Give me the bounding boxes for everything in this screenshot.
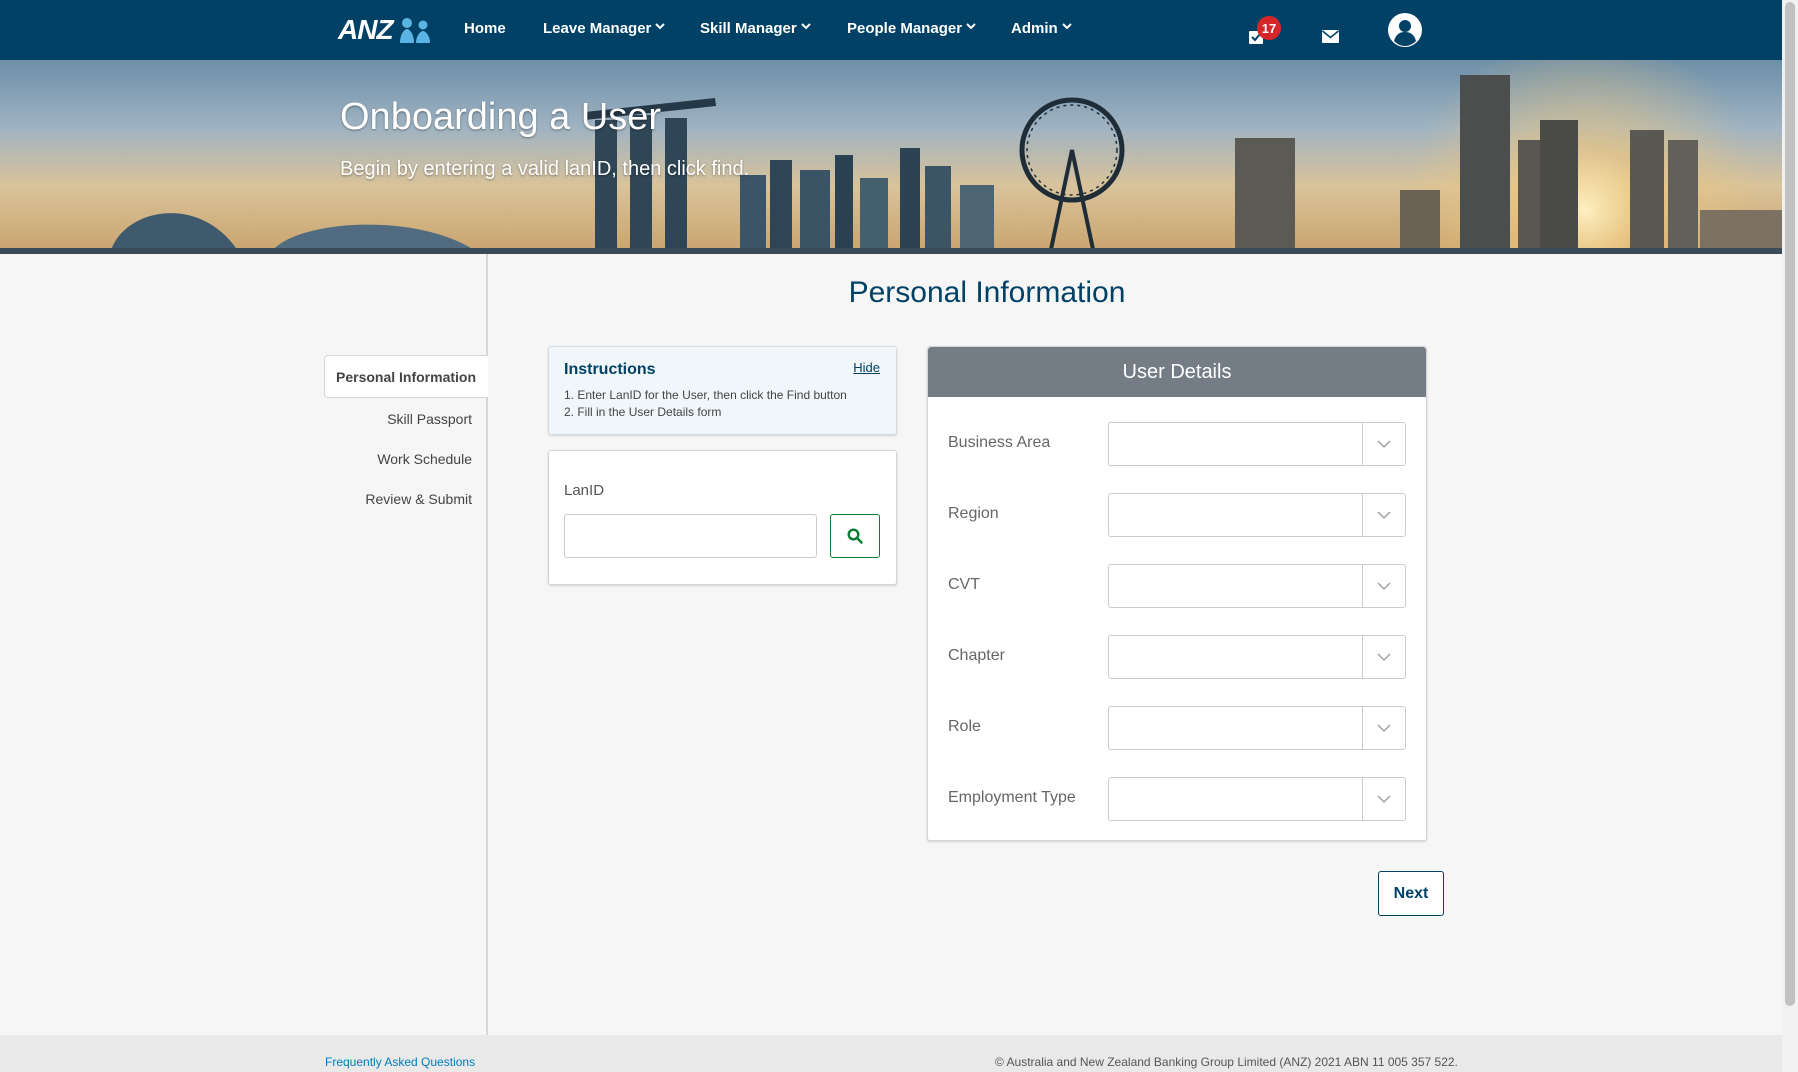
top-navbar: ANZ Home Leave Manager Skill Manager Peo… xyxy=(0,0,1782,60)
cvt-select[interactable] xyxy=(1108,564,1406,608)
employment-type-row: Employment Type xyxy=(928,777,1428,821)
chevron-down-icon xyxy=(1362,423,1405,465)
nav-people-manager[interactable]: People Manager xyxy=(847,20,976,37)
lanid-label: LanID xyxy=(564,482,605,499)
instruction-line: 2. Fill in the User Details form xyxy=(564,405,722,419)
role-select[interactable] xyxy=(1108,706,1406,750)
scrollbar-thumb[interactable] xyxy=(1785,2,1795,1006)
sidebar-item-skill-passport[interactable]: Skill Passport xyxy=(387,411,472,427)
nav-skill-manager-label: Skill Manager xyxy=(700,20,797,37)
anz-people-icon xyxy=(399,18,430,43)
hide-instructions-link[interactable]: Hide xyxy=(853,360,880,375)
chapter-select[interactable] xyxy=(1108,635,1406,679)
instructions-title: Instructions xyxy=(564,361,656,378)
copyright-text: © Australia and New Zealand Banking Grou… xyxy=(995,1055,1458,1069)
chevron-down-icon xyxy=(1362,707,1405,749)
vertical-scrollbar[interactable] xyxy=(1782,0,1798,1072)
business-area-select[interactable] xyxy=(1108,422,1406,466)
hero-title: Onboarding a User xyxy=(340,96,662,138)
employment-type-label: Employment Type xyxy=(948,789,1076,806)
sidebar-item-personal-information[interactable]: Personal Information xyxy=(324,355,488,398)
region-select[interactable] xyxy=(1108,493,1406,537)
chevron-down-icon xyxy=(800,22,811,33)
sidebar-item-review-submit[interactable]: Review & Submit xyxy=(365,491,472,507)
employment-type-select[interactable] xyxy=(1108,777,1406,821)
nav-people-manager-label: People Manager xyxy=(847,20,963,37)
chevron-down-icon xyxy=(655,22,666,33)
search-icon xyxy=(847,528,863,544)
notification-badge[interactable]: 17 xyxy=(1257,16,1281,40)
user-details-card: User Details Business Area Region CVT Ch… xyxy=(927,346,1427,841)
chevron-down-icon xyxy=(1362,778,1405,820)
anz-logo[interactable]: ANZ xyxy=(338,10,437,50)
chapter-label: Chapter xyxy=(948,647,1005,664)
nav-leave-manager[interactable]: Leave Manager xyxy=(543,20,666,37)
cvt-label: CVT xyxy=(948,576,980,593)
nav-admin-label: Admin xyxy=(1011,20,1058,37)
chapter-row: Chapter xyxy=(928,635,1428,679)
chevron-down-icon xyxy=(1362,565,1405,607)
nav-leave-manager-label: Leave Manager xyxy=(543,20,652,37)
instructions-panel: Instructions Hide 1. Enter LanID for the… xyxy=(548,346,897,435)
chevron-down-icon xyxy=(1362,494,1405,536)
sidebar-item-label: Personal Information xyxy=(336,368,477,385)
find-button[interactable] xyxy=(830,514,880,558)
chevron-down-icon xyxy=(1362,636,1405,678)
nav-skill-manager[interactable]: Skill Manager xyxy=(700,20,811,37)
cvt-row: CVT xyxy=(928,564,1428,608)
chevron-down-icon xyxy=(1061,22,1072,33)
city-skyline-image xyxy=(0,60,1782,254)
nav-admin[interactable]: Admin xyxy=(1011,20,1072,37)
instruction-line: 1. Enter LanID for the User, then click … xyxy=(564,388,847,402)
next-button[interactable]: Next xyxy=(1378,871,1444,916)
logo-text: ANZ xyxy=(338,14,394,45)
business-area-label: Business Area xyxy=(948,434,1051,451)
user-avatar-icon[interactable] xyxy=(1387,12,1423,53)
page-title: Personal Information xyxy=(848,276,1126,309)
chevron-down-icon xyxy=(966,22,976,33)
lanid-input[interactable] xyxy=(564,514,817,558)
hero-banner: Onboarding a User Begin by entering a va… xyxy=(0,60,1782,254)
region-row: Region xyxy=(928,493,1428,537)
lanid-card: LanID xyxy=(548,450,897,585)
faq-link[interactable]: Frequently Asked Questions xyxy=(325,1055,475,1069)
mail-icon[interactable] xyxy=(1321,30,1340,48)
user-details-header: User Details xyxy=(928,347,1426,397)
region-label: Region xyxy=(948,505,999,522)
sidebar-item-work-schedule[interactable]: Work Schedule xyxy=(377,451,472,467)
role-label: Role xyxy=(948,718,981,735)
hero-subtitle: Begin by entering a valid lanID, then cl… xyxy=(340,158,750,180)
business-area-row: Business Area xyxy=(928,422,1428,466)
footer: Frequently Asked Questions © Australia a… xyxy=(0,1035,1782,1072)
role-row: Role xyxy=(928,706,1428,750)
nav-home-label: Home xyxy=(464,20,506,37)
nav-home[interactable]: Home xyxy=(464,20,506,37)
